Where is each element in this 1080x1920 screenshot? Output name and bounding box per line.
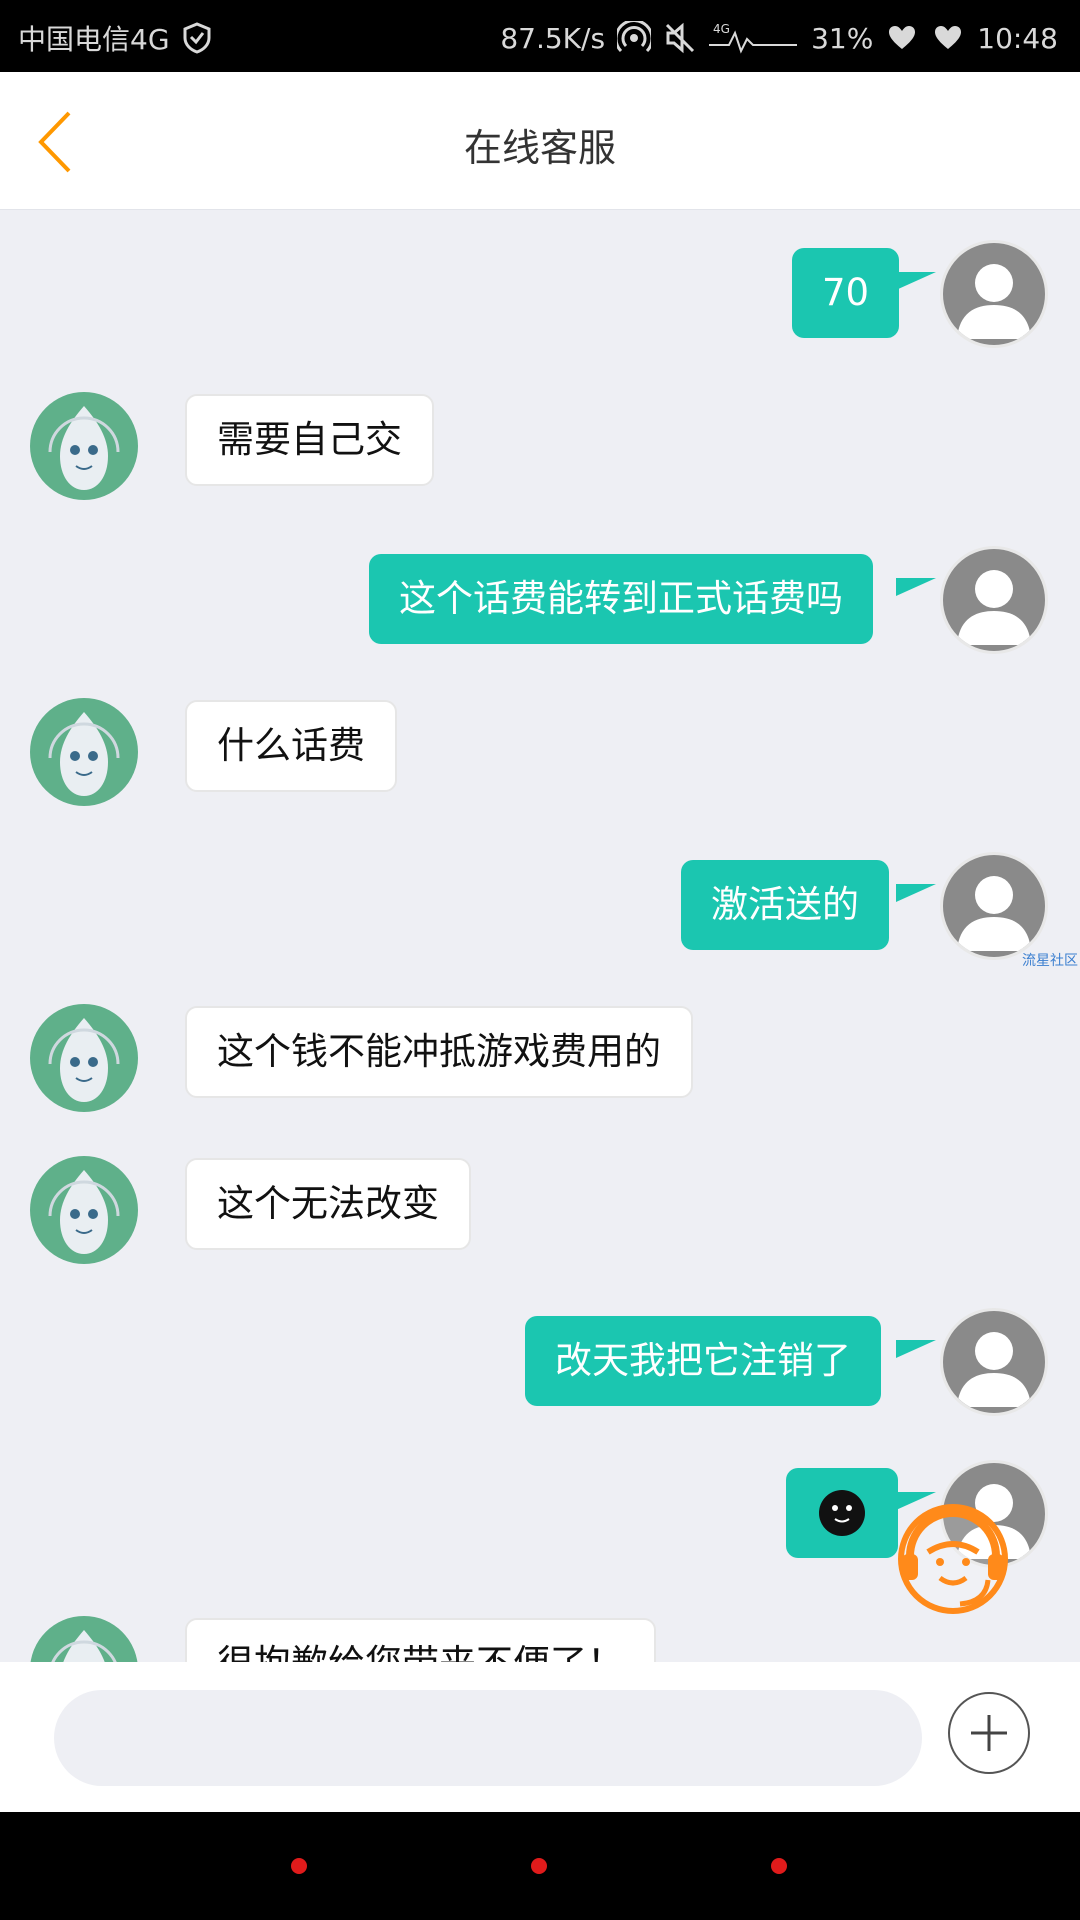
message-text: 改天我把它注销了 <box>555 1339 851 1382</box>
bubble-tail <box>896 884 936 920</box>
shield-icon <box>180 21 214 55</box>
user-avatar[interactable] <box>940 852 1048 960</box>
bubble-tail <box>896 272 936 308</box>
message-bubble-right[interactable]: 激活送的 <box>681 860 889 950</box>
robot-mascot-icon <box>48 406 120 490</box>
customer-service-float-button[interactable] <box>890 1496 1016 1622</box>
status-bar: 中国电信4G 87.5K/s 4G 31% 10:48 <box>0 0 1080 72</box>
hotspot-icon <box>617 21 652 55</box>
message-text: 需要自己交 <box>217 418 402 461</box>
message-text: 这个话费能转到正式话费吗 <box>399 577 843 620</box>
heart-icon <box>885 21 919 55</box>
user-avatar[interactable] <box>940 240 1048 348</box>
status-left: 中国电信4G <box>18 18 214 58</box>
message-bubble-left[interactable]: 这个钱不能冲抵游戏费用的 <box>185 1006 693 1098</box>
user-avatar[interactable] <box>940 546 1048 654</box>
input-bar <box>0 1662 1080 1812</box>
nav-back-button[interactable] <box>291 1858 307 1874</box>
agent-avatar[interactable] <box>30 392 138 500</box>
robot-mascot-icon <box>48 1018 120 1102</box>
message-bubble-left[interactable]: 很抱歉给您带来不便了！ <box>185 1618 656 1662</box>
message-bubble-right[interactable]: 这个话费能转到正式话费吗 <box>369 554 873 644</box>
message-text: 70 <box>822 271 870 314</box>
battery-percent: 31% <box>811 21 874 55</box>
watermark: 流星社区 <box>1022 953 1078 969</box>
message-bubble-right[interactable] <box>786 1468 898 1558</box>
bubble-tail <box>896 1340 936 1376</box>
signal-4g-icon: 4G <box>709 21 799 55</box>
message-bubble-right[interactable]: 70 <box>792 248 900 338</box>
message-text: 这个无法改变 <box>217 1182 439 1225</box>
message-bubble-left[interactable]: 需要自己交 <box>185 394 434 486</box>
person-icon <box>957 570 1031 645</box>
carrier-label: 中国电信4G <box>18 23 170 56</box>
svg-text:4G: 4G <box>713 22 730 36</box>
robot-mascot-icon <box>48 712 120 796</box>
message-bubble-left[interactable]: 什么话费 <box>185 700 397 792</box>
heart-icon <box>931 21 965 55</box>
smiley-face-icon <box>819 1490 865 1536</box>
clock: 10:48 <box>977 21 1058 55</box>
message-text: 这个钱不能冲抵游戏费用的 <box>217 1030 661 1073</box>
plus-icon <box>971 1715 1007 1751</box>
message-input[interactable] <box>54 1690 922 1786</box>
message-bubble-left[interactable]: 这个无法改变 <box>185 1158 471 1250</box>
person-icon <box>957 264 1031 339</box>
robot-mascot-icon <box>48 1170 120 1254</box>
nav-home-button[interactable] <box>531 1858 547 1874</box>
net-speed: 87.5K/s <box>500 21 606 55</box>
message-text: 什么话费 <box>217 724 365 767</box>
agent-avatar[interactable] <box>30 698 138 806</box>
add-attachment-button[interactable] <box>948 1692 1030 1774</box>
app-header: 在线客服 <box>0 72 1080 210</box>
agent-avatar[interactable] <box>30 1156 138 1264</box>
agent-avatar[interactable] <box>30 1616 138 1662</box>
agent-avatar[interactable] <box>30 1004 138 1112</box>
navigation-bar <box>0 1812 1080 1920</box>
page-title: 在线客服 <box>463 126 616 170</box>
chat-area[interactable]: 70 需要自己交 这个话费能转到正式话费吗 什么话费 激活送的 流星社区 这个钱… <box>0 210 1080 1662</box>
nav-recents-button[interactable] <box>771 1858 787 1874</box>
robot-mascot-icon <box>51 1630 117 1662</box>
message-bubble-right[interactable]: 改天我把它注销了 <box>525 1316 881 1406</box>
status-right: 87.5K/s 4G 31% 10:48 <box>500 18 1058 58</box>
message-text: 激活送的 <box>711 883 859 926</box>
message-text: 很抱歉给您带来不便了！ <box>217 1639 624 1662</box>
bubble-tail <box>896 578 936 614</box>
person-icon <box>957 1332 1031 1407</box>
headset-agent-icon <box>898 1504 1008 1614</box>
person-icon <box>957 876 1031 951</box>
user-avatar[interactable] <box>940 1308 1048 1416</box>
mute-icon <box>663 21 697 55</box>
